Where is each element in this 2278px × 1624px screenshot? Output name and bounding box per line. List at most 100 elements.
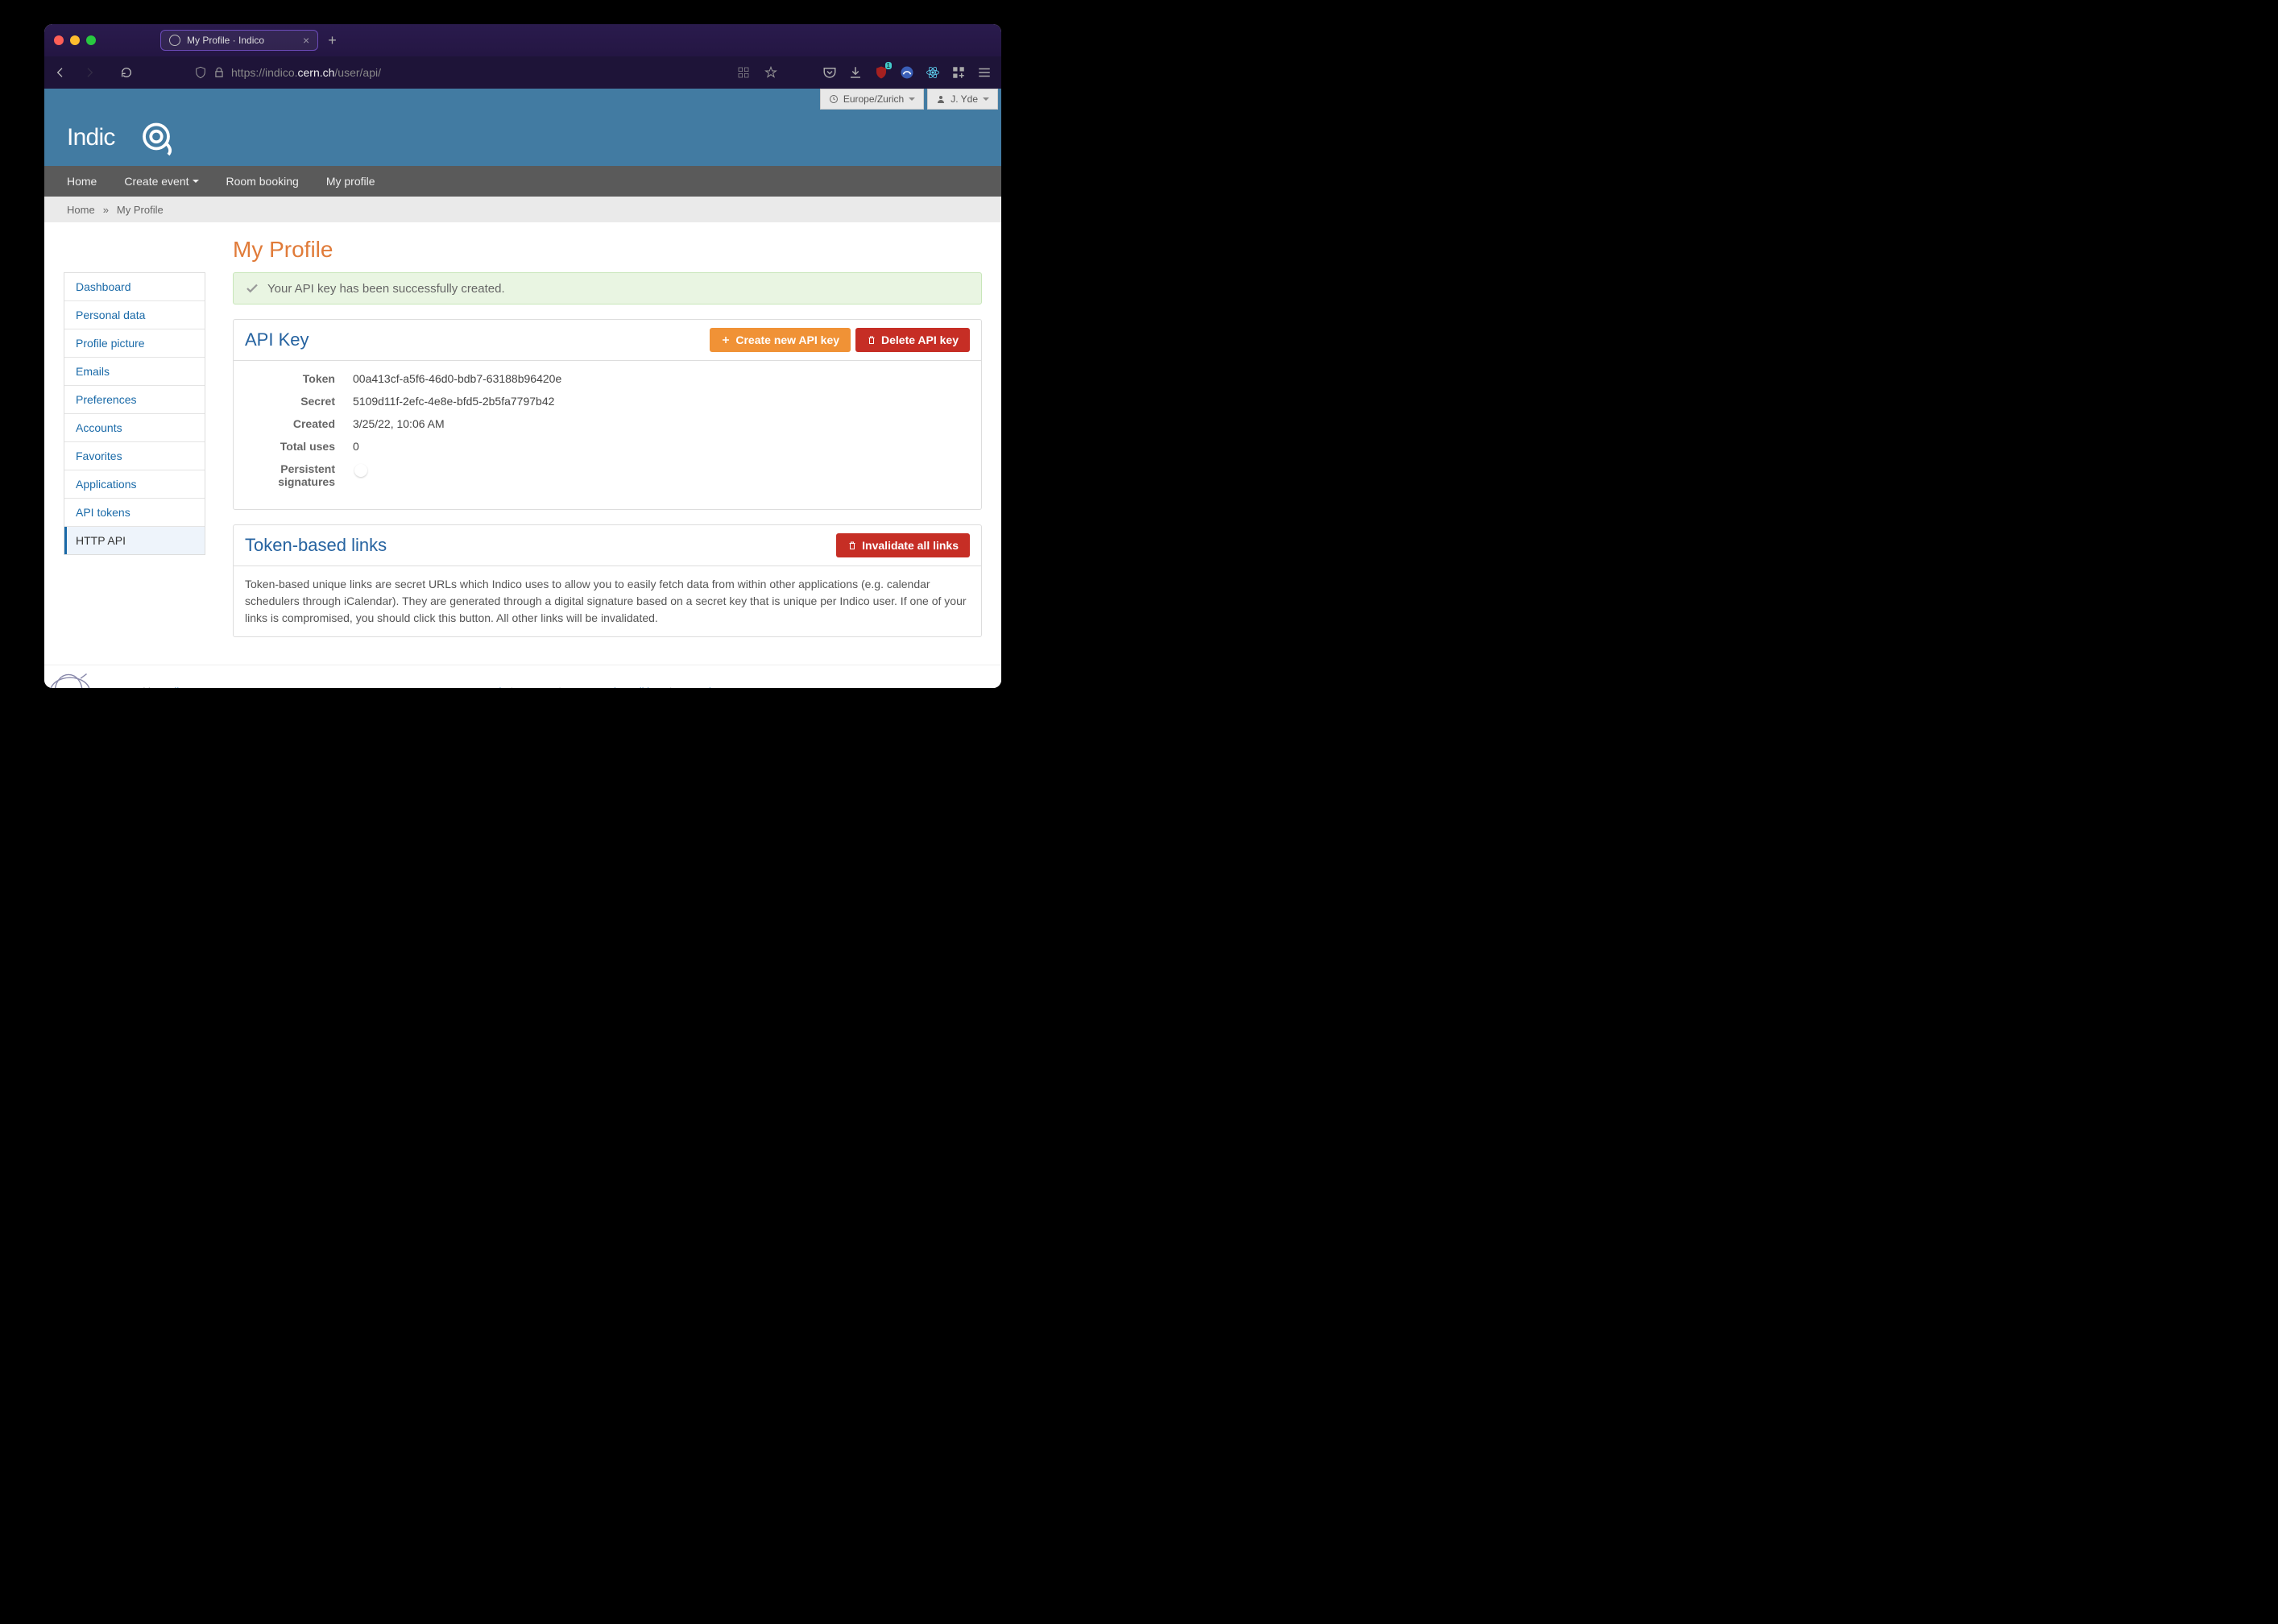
sidebar-item-preferences[interactable]: Preferences bbox=[64, 386, 205, 414]
tab-title: My Profile · Indico bbox=[187, 35, 264, 46]
tab-favicon-icon bbox=[169, 35, 180, 46]
caret-down-icon bbox=[983, 97, 989, 104]
api-key-panel-body: Token00a413cf-a5f6-46d0-bdb7-63188b96420… bbox=[234, 361, 981, 509]
help-link[interactable]: Help bbox=[486, 686, 507, 689]
user-menu-button[interactable]: J. Yde bbox=[927, 89, 998, 110]
download-icon[interactable] bbox=[848, 65, 863, 80]
main-area: Dashboard Personal data Profile picture … bbox=[44, 222, 1001, 665]
check-icon bbox=[245, 281, 259, 296]
delete-api-key-button[interactable]: Delete API key bbox=[855, 328, 970, 352]
breadcrumb-sep: » bbox=[103, 204, 109, 216]
breadcrumb: Home » My Profile bbox=[44, 197, 1001, 222]
sidebar-item-http-api[interactable]: HTTP API bbox=[64, 527, 205, 554]
token-links-description: Token-based unique links are secret URLs… bbox=[234, 566, 981, 636]
footer: CERN Powered by Indico v3.1.1-pre Help| … bbox=[44, 665, 1001, 688]
maximize-window-button[interactable] bbox=[86, 35, 96, 45]
breadcrumb-home[interactable]: Home bbox=[67, 204, 95, 216]
token-links-panel: Token-based links Invalidate all links T… bbox=[233, 524, 982, 637]
sidebar-item-api-tokens[interactable]: API tokens bbox=[64, 499, 205, 527]
api-key-panel: API Key Create new API key Delete API ke… bbox=[233, 319, 982, 510]
breadcrumb-current: My Profile bbox=[117, 204, 164, 216]
terms-link[interactable]: Terms and conditions bbox=[567, 686, 666, 689]
toolbar-right: 1 bbox=[822, 65, 992, 80]
right-column: My Profile Your API key has been success… bbox=[233, 237, 982, 652]
nav-create-event[interactable]: Create event bbox=[124, 175, 198, 188]
url-text: https://indico.cern.ch/user/api/ bbox=[231, 66, 381, 79]
back-icon[interactable] bbox=[54, 66, 67, 79]
shortener-link[interactable]: URL Shortener bbox=[678, 686, 748, 689]
browser-titlebar: My Profile · Indico × + bbox=[44, 24, 1001, 56]
sidebar-item-favorites[interactable]: Favorites bbox=[64, 442, 205, 470]
minimize-window-button[interactable] bbox=[70, 35, 80, 45]
browser-toolbar: https://indico.cern.ch/user/api/ 1 bbox=[44, 56, 1001, 89]
alert-message: Your API key has been successfully creat… bbox=[267, 282, 505, 296]
site-top-bar: Europe/Zurich J. Yde bbox=[44, 89, 1001, 110]
create-api-key-button[interactable]: Create new API key bbox=[710, 328, 851, 352]
trash-icon bbox=[847, 541, 857, 550]
lock-icon bbox=[213, 67, 225, 78]
timezone-label: Europe/Zurich bbox=[843, 93, 904, 105]
invalidate-links-button[interactable]: Invalidate all links bbox=[836, 533, 970, 557]
nav-home[interactable]: Home bbox=[67, 175, 97, 188]
sidebar-item-personal-data[interactable]: Personal data bbox=[64, 301, 205, 329]
user-label: J. Yde bbox=[951, 93, 978, 105]
close-window-button[interactable] bbox=[54, 35, 64, 45]
secret-value: 5109d11f-2efc-4e8e-bfd5-2b5fa7797b42 bbox=[353, 395, 554, 408]
nav-room-booking[interactable]: Room booking bbox=[226, 175, 299, 188]
sidebar-item-dashboard[interactable]: Dashboard bbox=[64, 273, 205, 301]
plus-icon bbox=[721, 335, 731, 345]
svg-text:Indic: Indic bbox=[67, 124, 115, 151]
reload-icon[interactable] bbox=[120, 66, 133, 79]
sidebar-item-emails[interactable]: Emails bbox=[64, 358, 205, 386]
contact-link[interactable]: Contact bbox=[520, 686, 556, 689]
sidebar-item-applications[interactable]: Applications bbox=[64, 470, 205, 499]
url-bar[interactable]: https://indico.cern.ch/user/api/ bbox=[194, 66, 777, 79]
timezone-button[interactable]: Europe/Zurich bbox=[820, 89, 924, 110]
footer-links: Help| Contact| Terms and conditions| URL… bbox=[251, 686, 982, 689]
token-value: 00a413cf-a5f6-46d0-bdb7-63188b96420e bbox=[353, 372, 561, 385]
secret-label: Secret bbox=[248, 395, 353, 408]
cern-logo[interactable]: CERN bbox=[48, 672, 93, 688]
main-nav: Home Create event Room booking My profil… bbox=[44, 166, 1001, 197]
api-key-panel-title: API Key bbox=[245, 329, 705, 350]
nav-buttons bbox=[54, 66, 133, 79]
created-value: 3/25/22, 10:06 AM bbox=[353, 417, 445, 430]
sidebar-item-accounts[interactable]: Accounts bbox=[64, 414, 205, 442]
token-links-title: Token-based links bbox=[245, 535, 831, 556]
window-controls bbox=[54, 35, 96, 45]
logo-row: Indic bbox=[44, 110, 1001, 166]
forward-icon[interactable] bbox=[83, 66, 96, 79]
menu-icon[interactable] bbox=[977, 65, 992, 80]
reader-icon[interactable] bbox=[737, 66, 750, 79]
new-tab-button[interactable]: + bbox=[328, 32, 337, 49]
bookmark-star-icon[interactable] bbox=[764, 66, 777, 79]
extension-privacy-icon[interactable] bbox=[900, 65, 914, 80]
browser-tab[interactable]: My Profile · Indico × bbox=[160, 30, 318, 51]
extension-ublock-icon[interactable]: 1 bbox=[874, 65, 888, 80]
tab-close-icon[interactable]: × bbox=[303, 34, 309, 47]
trash-icon bbox=[867, 335, 876, 345]
indico-logo[interactable]: Indic bbox=[67, 115, 188, 160]
shield-icon bbox=[194, 66, 207, 79]
extension-react-icon[interactable] bbox=[926, 65, 940, 80]
nav-my-profile[interactable]: My profile bbox=[326, 175, 375, 188]
created-label: Created bbox=[248, 417, 353, 430]
extensions-icon[interactable] bbox=[951, 65, 966, 80]
caret-down-icon bbox=[193, 180, 199, 186]
sidebar-item-profile-picture[interactable]: Profile picture bbox=[64, 329, 205, 358]
app-window: My Profile · Indico × + https://indico.c… bbox=[44, 24, 1001, 688]
sidebar: Dashboard Personal data Profile picture … bbox=[64, 272, 205, 555]
persist-label: Persistent signatures bbox=[248, 462, 353, 488]
page-title: My Profile bbox=[233, 237, 982, 263]
uses-value: 0 bbox=[353, 440, 359, 453]
indico-link[interactable]: Indico bbox=[162, 686, 190, 689]
powered-by: Powered by Indico v3.1.1-pre bbox=[104, 686, 240, 689]
success-alert: Your API key has been successfully creat… bbox=[233, 272, 982, 304]
user-icon bbox=[936, 94, 946, 104]
token-links-head: Token-based links Invalidate all links bbox=[234, 525, 981, 566]
token-label: Token bbox=[248, 372, 353, 385]
api-key-panel-head: API Key Create new API key Delete API ke… bbox=[234, 320, 981, 361]
caret-down-icon bbox=[909, 97, 915, 104]
pocket-icon[interactable] bbox=[822, 65, 837, 80]
clock-icon bbox=[829, 94, 839, 104]
